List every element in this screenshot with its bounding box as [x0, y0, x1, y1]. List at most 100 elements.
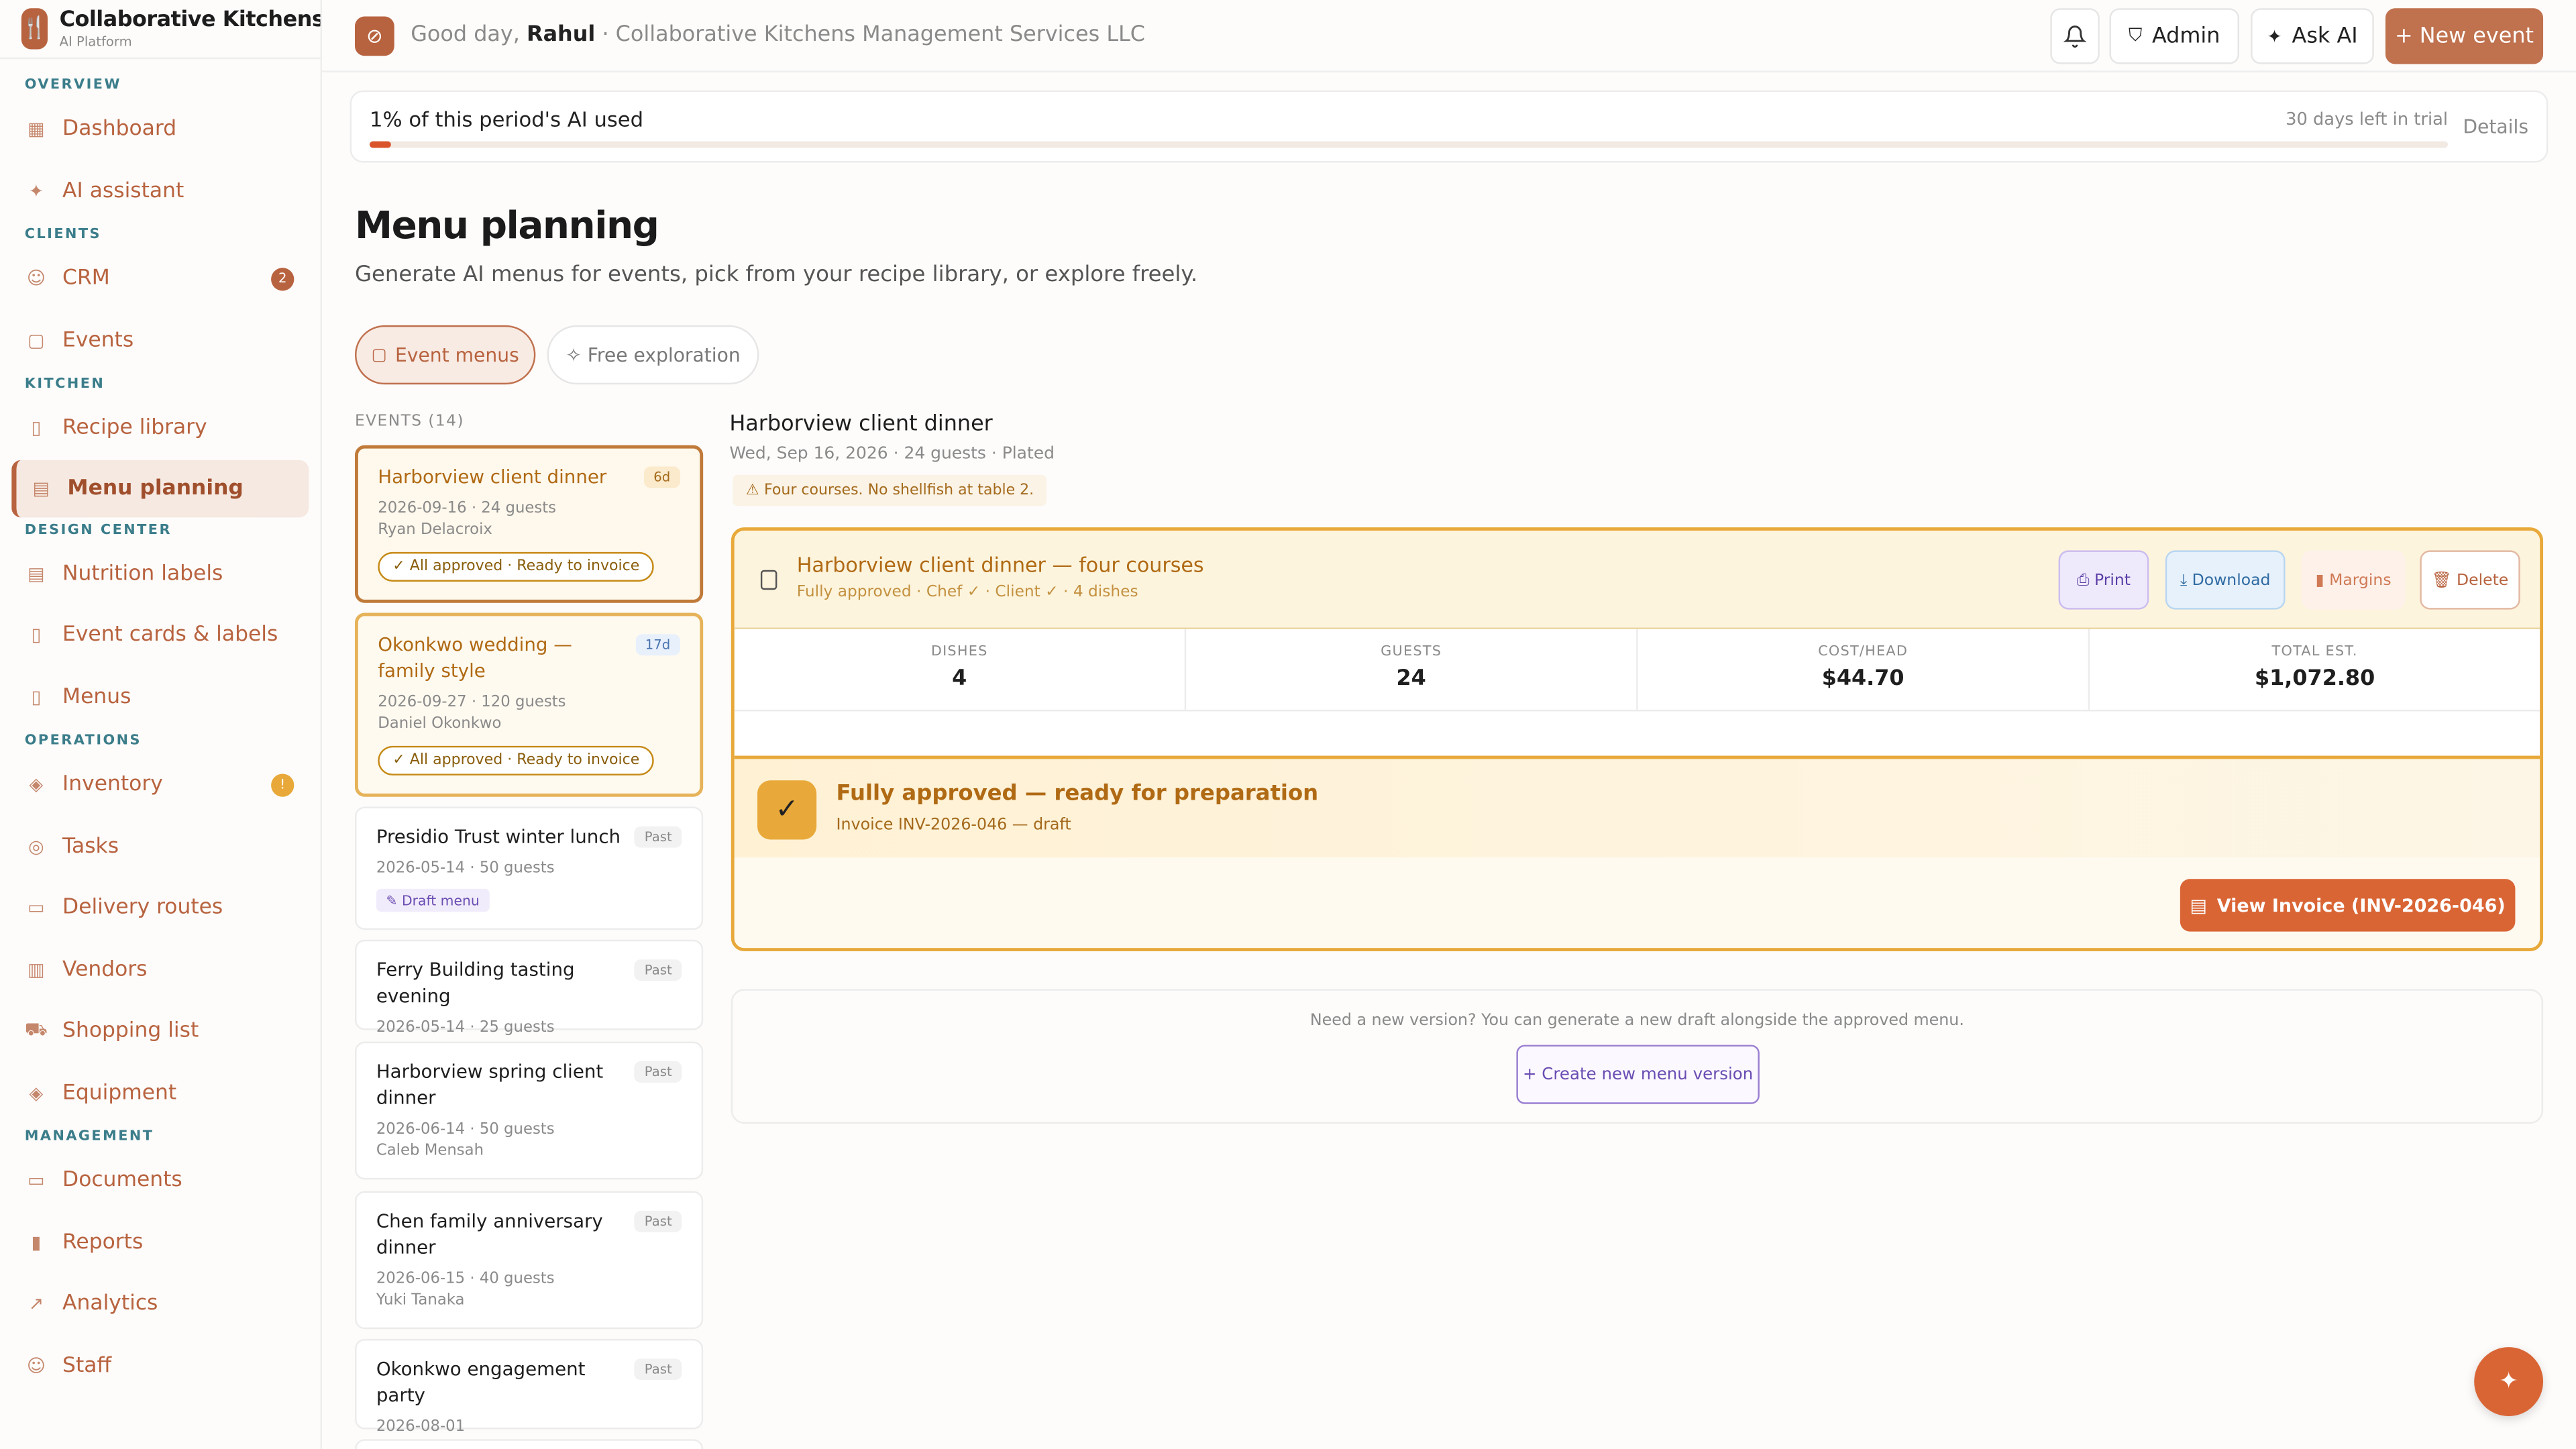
- event-days-badge: 17d: [635, 634, 680, 656]
- users-icon: ☺: [26, 268, 46, 290]
- event-card[interactable]: Harborview spring client dinner Past 202…: [354, 1041, 704, 1180]
- section-overview: OVERVIEW: [24, 77, 121, 94]
- view-invoice-button[interactable]: ▤ View Invoice (INV-2026-046): [2180, 879, 2516, 932]
- events-header: EVENTS (14): [354, 412, 465, 431]
- sidebar-item-label: Menu planning: [67, 475, 244, 500]
- sidebar-item-label: Staff: [62, 1353, 112, 1379]
- greeting-text: Good day,: [411, 23, 520, 48]
- create-new-version-button[interactable]: + Create new menu version: [1516, 1044, 1760, 1104]
- event-days-badge: 6d: [643, 466, 680, 488]
- download-icon: ⤓: [2180, 571, 2188, 589]
- stat-label: COST/HEAD: [1818, 644, 1909, 661]
- folder-icon: ▭: [28, 1170, 45, 1192]
- warning-icon: ⚠: [745, 482, 759, 499]
- sidebar-item-menus[interactable]: ▯ Menus: [0, 666, 321, 728]
- event-past-badge: Past: [635, 1061, 682, 1083]
- event-note-text: Four courses. No shellfish at table 2.: [763, 482, 1034, 499]
- shield-icon: ⛉: [2129, 24, 2143, 46]
- event-status-pill: ✓ All approved · Ready to invoice: [378, 745, 655, 775]
- sidebar-item-delivery-routes[interactable]: ▭ Delivery routes: [0, 877, 321, 939]
- file-icon: ▯: [31, 625, 42, 647]
- page-subtitle: Generate AI menus for events, pick from …: [354, 262, 1198, 288]
- event-card[interactable]: Chen family anniversary dinner Past 2026…: [354, 1191, 704, 1330]
- sidebar-item-crm[interactable]: ☺ CRM 2: [0, 248, 321, 310]
- page-title: Menu planning: [354, 205, 659, 248]
- box-icon: ◈: [29, 774, 44, 796]
- sidebar-item-menu-planning[interactable]: ▤ Menu planning: [11, 459, 309, 517]
- trial-remaining: 30 days left in trial: [2286, 110, 2449, 130]
- event-meta: 2026-05-14 · 25 guests: [376, 1018, 555, 1037]
- stat-label: DISHES: [930, 644, 988, 661]
- sidebar-item-vendors[interactable]: ▥ Vendors: [0, 939, 321, 1001]
- event-card[interactable]: Okonkwo wedding — family style 17d 2026-…: [354, 612, 704, 797]
- event-card[interactable]: Harborview client dinner 6d 2026-09-16 ·…: [354, 445, 704, 603]
- event-card[interactable]: Ferry Building tasting evening Past 2026…: [354, 939, 704, 1036]
- sidebar-item-reports[interactable]: ▮ Reports: [0, 1212, 321, 1273]
- sparkle-icon: ✦: [2267, 25, 2282, 47]
- cart-icon: ⛟: [24, 1018, 48, 1040]
- menu-status: Fully approved · Chef ✓ · Client ✓ · 4 d…: [796, 583, 1138, 602]
- sidebar-item-nutrition-labels[interactable]: ▤ Nutrition labels: [0, 543, 321, 604]
- invoice-icon: ▤: [2190, 894, 2208, 916]
- sidebar-item-label: Equipment: [62, 1080, 177, 1106]
- sidebar-item-tasks[interactable]: ◎ Tasks: [0, 816, 321, 877]
- admin-button[interactable]: ⛉ Admin: [2109, 8, 2239, 64]
- view-invoice-label: View Invoice (INV-2026-046): [2216, 894, 2506, 916]
- check-circle-icon: ◎: [28, 835, 44, 857]
- sidebar-item-label: Reports: [62, 1230, 144, 1255]
- select-checkbox[interactable]: [760, 570, 777, 590]
- trend-icon: ↗: [28, 1293, 44, 1315]
- sidebar-item-staff[interactable]: ☺ Staff: [0, 1335, 321, 1397]
- sidebar-item-label: Recipe library: [62, 416, 207, 441]
- sidebar-item-events[interactable]: ▢ Events: [0, 310, 321, 372]
- section-design-center: DESIGN CENTER: [24, 521, 172, 539]
- event-detail-title: Harborview client dinner: [729, 412, 993, 437]
- sidebar-item-dashboard[interactable]: ▦ Dashboard: [0, 99, 321, 160]
- event-card[interactable]: Presidio Trust winter lunch Past 2026-05…: [354, 806, 704, 930]
- app-logo-icon: ⊘: [354, 15, 394, 56]
- sidebar-item-label: Event cards & labels: [62, 623, 278, 648]
- sidebar-item-documents[interactable]: ▭ Documents: [0, 1150, 321, 1212]
- delete-button[interactable]: 🗑 Delete: [2420, 550, 2520, 610]
- sidebar-item-event-cards[interactable]: ▯ Event cards & labels: [0, 604, 321, 666]
- event-card[interactable]: Okonkwo engagement party Past 2026-08-01: [354, 1338, 704, 1436]
- usage-progress-track: [370, 141, 2449, 148]
- usage-details-link[interactable]: Details: [2463, 115, 2528, 138]
- sidebar-item-label: Documents: [62, 1168, 182, 1193]
- download-label: Download: [2192, 571, 2271, 589]
- sparkle-icon: ✦: [28, 180, 44, 202]
- event-card[interactable]: [354, 1439, 704, 1449]
- notifications-button[interactable]: [2050, 8, 2100, 64]
- approval-title: Fully approved — ready for preparation: [836, 782, 1319, 807]
- download-button[interactable]: ⤓ Download: [2165, 550, 2286, 610]
- sidebar-item-equipment[interactable]: ◈ Equipment: [0, 1062, 321, 1124]
- event-title: Harborview client dinner: [378, 466, 607, 488]
- ask-ai-button[interactable]: ✦ Ask AI: [2251, 8, 2374, 64]
- print-button[interactable]: ⎙ Print: [2058, 550, 2149, 610]
- invoice-status: Invoice INV-2026-046 — draft: [836, 816, 1071, 835]
- bar-chart-icon: ▮: [2315, 571, 2324, 589]
- book-icon: ▯: [31, 686, 42, 708]
- sidebar-item-inventory[interactable]: ◈ Inventory!: [0, 754, 321, 816]
- event-contact: Ryan Delacroix: [378, 521, 492, 539]
- trash-icon: 🗑: [2431, 571, 2452, 589]
- tab-event-menus[interactable]: ▢ Event menus: [354, 325, 536, 385]
- calendar-icon: ▢: [371, 345, 387, 364]
- approved-menu-panel: Harborview client dinner — four courses …: [731, 527, 2544, 951]
- tab-free-exploration[interactable]: ✧ Free exploration: [547, 325, 759, 385]
- tab-label: Event menus: [394, 343, 519, 367]
- approval-banner: ✓ Fully approved — ready for preparation…: [734, 755, 2540, 858]
- company-name: · Collaborative Kitchens Management Serv…: [602, 23, 1146, 48]
- sidebar-item-label: Delivery routes: [62, 896, 223, 921]
- ai-sparkle-fab[interactable]: ✦: [2474, 1347, 2544, 1417]
- sidebar-item-recipe-library[interactable]: ▯ Recipe library: [0, 398, 321, 460]
- sidebar-item-shopping-list[interactable]: ⛟ Shopping list: [0, 1000, 321, 1062]
- margins-button[interactable]: ▮ Margins: [2302, 550, 2406, 610]
- ai-usage-bar: 1% of this period's AI used 30 days left…: [350, 90, 2548, 163]
- sidebar-item-analytics[interactable]: ↗ Analytics: [0, 1273, 321, 1335]
- sidebar-item-ai-assistant[interactable]: ✦ AI assistant: [0, 160, 321, 222]
- event-past-badge: Past: [635, 1358, 682, 1381]
- new-event-button[interactable]: + New event: [2385, 8, 2544, 64]
- sidebar-item-label: AI assistant: [62, 178, 184, 204]
- stat-guests: GUESTS 24: [1186, 629, 1638, 710]
